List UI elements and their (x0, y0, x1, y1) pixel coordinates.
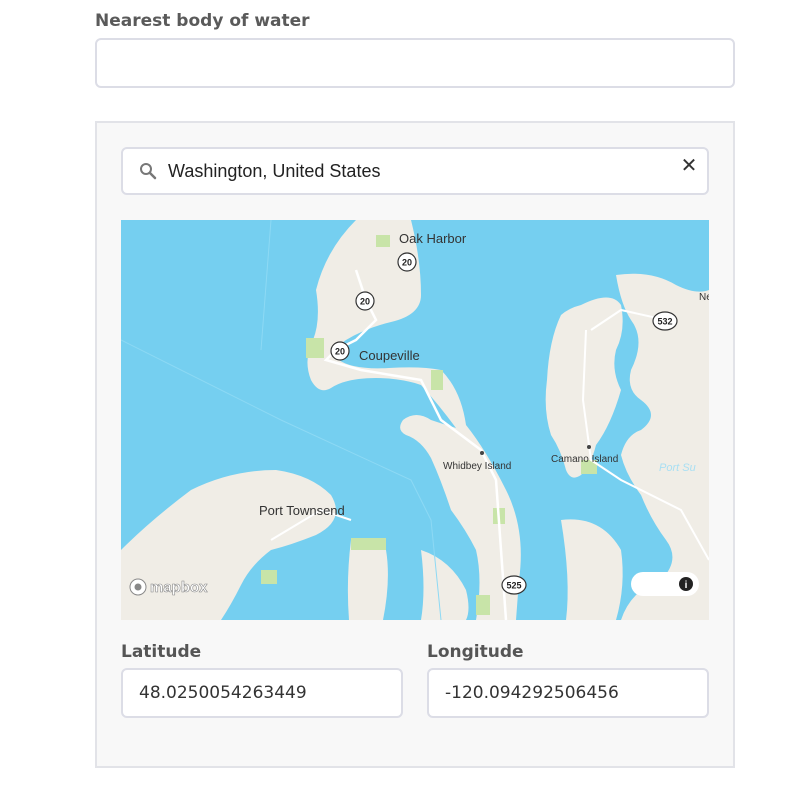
route-shield-525: 525 (501, 575, 527, 595)
longitude-input[interactable] (427, 668, 709, 718)
place-camano-island: Camano Island (551, 454, 618, 465)
place-port-townsend: Port Townsend (259, 503, 345, 518)
route-shield-532: 532 (652, 311, 678, 331)
route-shield-20: 20 (355, 291, 375, 311)
route-shield-20: 20 (397, 252, 417, 272)
search-icon (139, 162, 157, 184)
place-port-susan: Port Su (659, 462, 696, 474)
place-whidbey-island: Whidbey Island (443, 461, 511, 472)
svg-text:20: 20 (335, 347, 345, 357)
map-search-box[interactable]: Washington, United States ✕ (121, 147, 709, 195)
place-ne: Ne (699, 292, 709, 303)
search-input[interactable]: Washington, United States (168, 161, 380, 182)
place-oak-harbor: Oak Harbor (399, 231, 467, 246)
latitude-label: Latitude (121, 642, 202, 662)
svg-text:20: 20 (360, 297, 370, 307)
attribution-toggle[interactable]: i (631, 572, 699, 596)
svg-text:mapbox: mapbox (150, 579, 208, 596)
map[interactable]: Oak Harbor Coupeville Whidbey Island Cam… (121, 220, 709, 620)
place-coupeville: Coupeville (359, 348, 420, 363)
svg-text:525: 525 (506, 581, 521, 591)
mapbox-logo[interactable]: mapbox (129, 578, 208, 596)
latitude-input[interactable] (121, 668, 403, 718)
svg-text:20: 20 (402, 258, 412, 268)
route-shield-20: 20 (330, 341, 350, 361)
svg-text:532: 532 (657, 317, 672, 327)
water-body-label: Nearest body of water (95, 11, 310, 31)
longitude-label: Longitude (427, 642, 524, 662)
map-canvas[interactable]: Oak Harbor Coupeville Whidbey Island Cam… (121, 220, 709, 620)
svg-text:i: i (685, 580, 688, 591)
clear-search-button[interactable]: ✕ (677, 153, 701, 177)
water-body-input[interactable] (95, 38, 735, 88)
